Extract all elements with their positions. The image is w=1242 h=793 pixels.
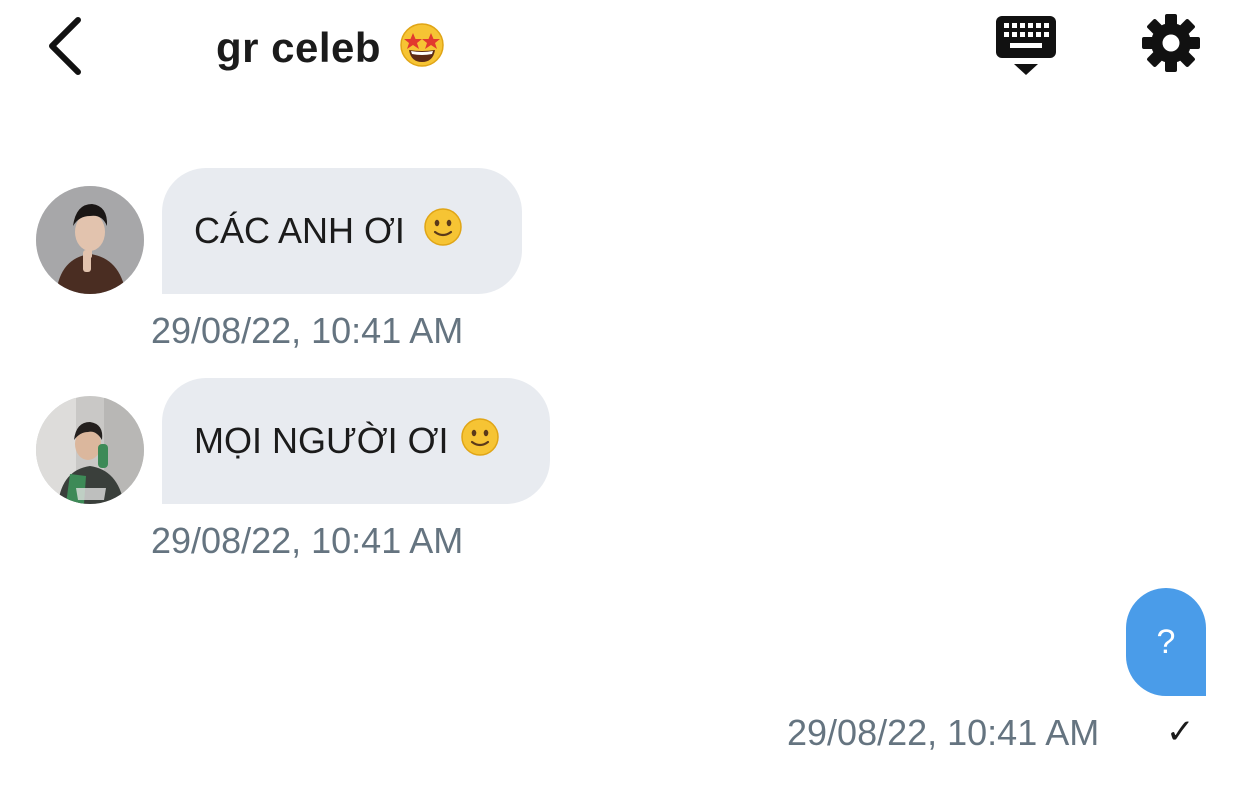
hide-keyboard-button[interactable] <box>994 14 1058 76</box>
message-bubble-incoming[interactable]: CÁC ANH ƠI 🙂 <box>162 168 522 294</box>
sender-avatar[interactable] <box>36 396 144 504</box>
chat-header: gr celeb 🤩 <box>0 0 1242 100</box>
message-text: ? <box>1156 622 1176 661</box>
settings-button[interactable] <box>1140 12 1202 74</box>
message-timestamp: 29/08/22, 10:41 AM <box>151 310 464 351</box>
message-text: MỌI NGƯỜI ƠI <box>194 420 449 461</box>
sender-avatar[interactable] <box>36 186 144 294</box>
back-button[interactable] <box>40 10 96 80</box>
slightly-smiling-emoji-icon <box>460 417 500 466</box>
message-bubble-incoming[interactable]: MỌI NGƯỜI ƠI 🙂 <box>162 378 550 504</box>
star-struck-emoji-icon <box>399 22 445 68</box>
delivered-check-icon: ✓ <box>1166 712 1195 752</box>
keyboard-hide-icon <box>996 16 1056 75</box>
gear-icon <box>1142 14 1200 72</box>
message-bubble-outgoing[interactable]: ? <box>1126 588 1206 696</box>
chat-title[interactable]: gr celeb 🤩 <box>216 22 445 73</box>
message-timestamp: 29/08/22, 10:41 AM <box>787 712 1100 753</box>
chat-title-text: gr celeb <box>216 24 382 71</box>
chevron-left-icon <box>49 17 81 75</box>
message-timestamp: 29/08/22, 10:41 AM <box>151 520 464 561</box>
message-text: CÁC ANH ƠI <box>194 210 405 251</box>
slightly-smiling-emoji-icon <box>423 207 463 256</box>
